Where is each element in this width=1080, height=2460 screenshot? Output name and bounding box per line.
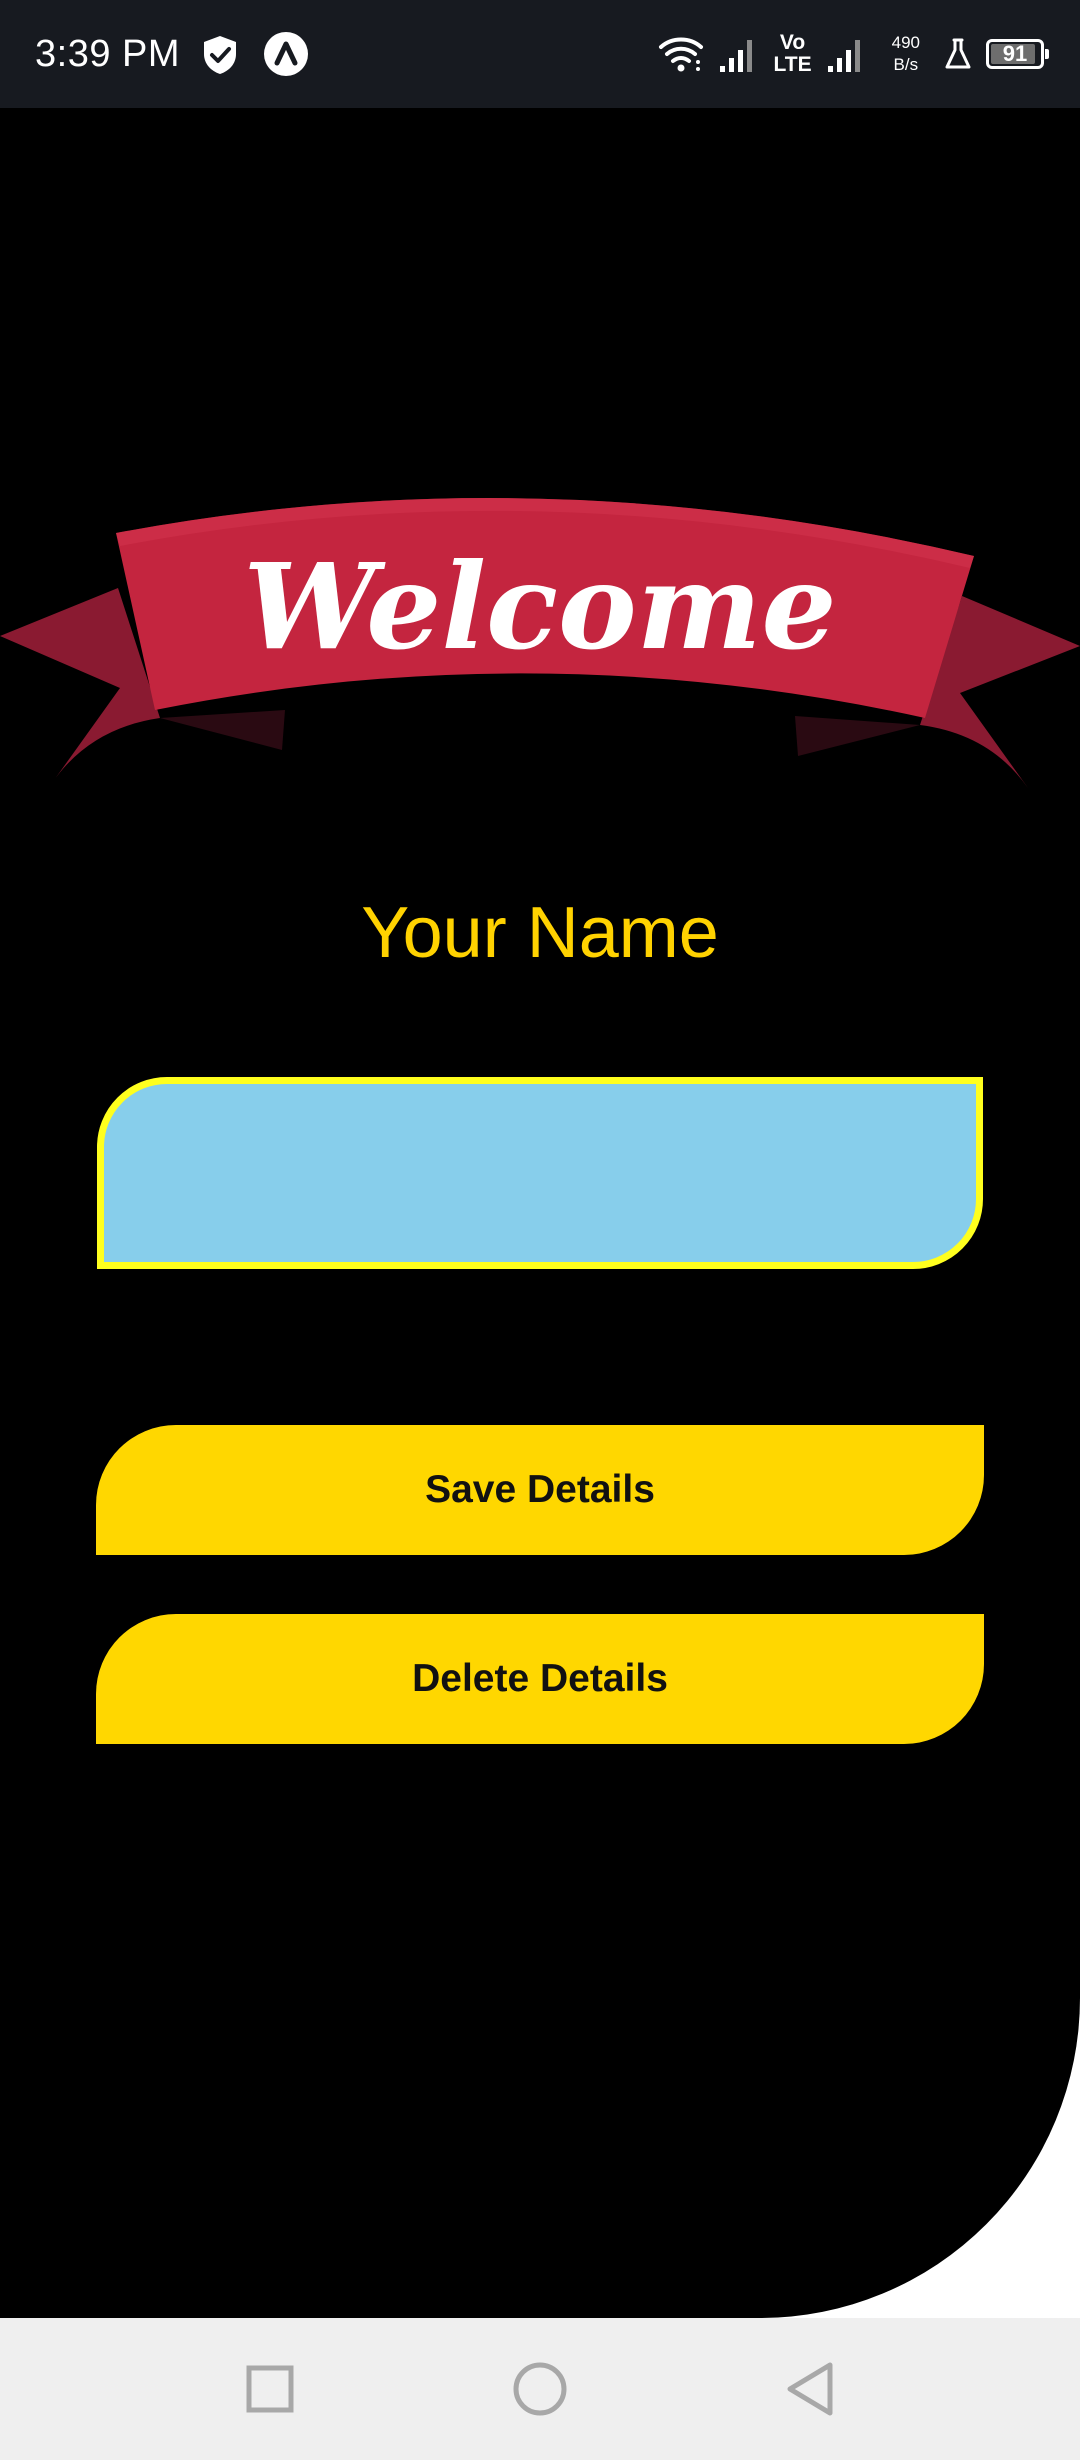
status-bar: 3:39 PM Vo LTE 490 B/s 91 [0,0,1080,108]
app-content: Welcome Your Name Save Details Delete De… [0,108,1080,2318]
network-speed-unit: B/s [893,55,919,74]
circle-icon [513,2362,567,2416]
shield-check-icon [204,36,236,74]
signal-1-icon [719,40,752,72]
volte-indicator: Vo LTE [774,32,812,76]
volte-bottom: LTE [773,53,812,76]
app-notification-icon [264,32,308,76]
network-speed: 490 B/s [892,32,920,76]
name-input[interactable] [97,1077,983,1269]
signal-2-icon [827,40,860,72]
welcome-ribbon: Welcome [0,498,1080,788]
battery-nub [1045,49,1049,59]
welcome-banner: Welcome [0,488,1080,788]
volte-top: Vo [779,31,806,54]
back-triangle-icon [787,2362,833,2416]
battery-icon: 91 [986,39,1049,69]
back-button[interactable] [770,2349,850,2429]
save-details-button[interactable]: Save Details [96,1425,984,1555]
recents-button[interactable] [230,2349,310,2429]
status-time: 3:39 PM [35,33,181,75]
flask-icon [945,38,971,69]
network-speed-value: 490 [891,33,920,52]
status-icons: Vo LTE 490 B/s 91 [658,26,1049,82]
phone-screen: 3:39 PM Vo LTE 490 B/s 91 Welcome Your N… [0,0,1080,2460]
welcome-text: Welcome [243,537,836,676]
your-name-title: Your Name [361,893,719,973]
wifi-icon [658,37,703,72]
navigation-bar [0,2318,1080,2460]
delete-details-button[interactable]: Delete Details [96,1614,984,1744]
square-icon [246,2365,294,2413]
home-button[interactable] [500,2349,580,2429]
battery-level: 91 [1002,41,1028,66]
